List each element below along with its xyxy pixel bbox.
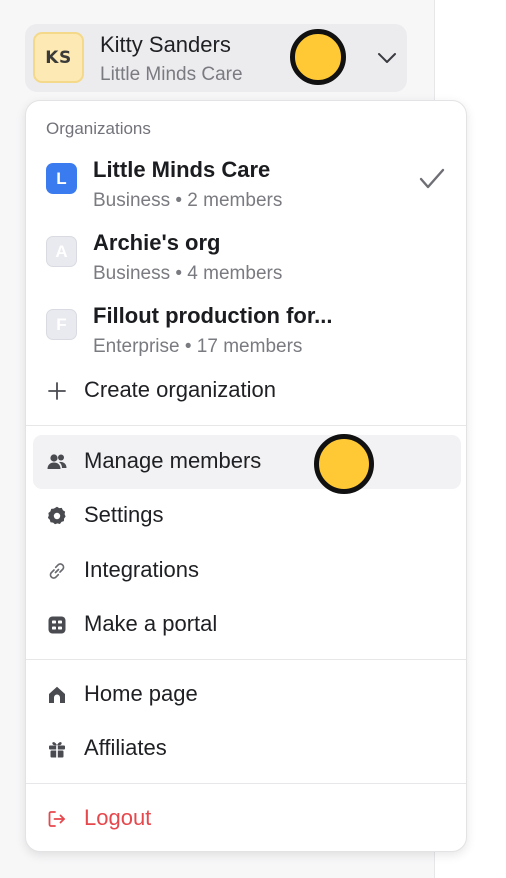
org-meta: Enterprise • 17 members: [93, 336, 303, 357]
org-name: Archie's org: [93, 230, 221, 255]
manage-members-label: Manage members: [84, 448, 262, 473]
org-meta: Business • 4 members: [93, 263, 283, 284]
integrations-label: Integrations: [84, 557, 199, 582]
org-item-little-minds-care[interactable]: L Little Minds Care Business • 2 members: [26, 157, 466, 223]
gear-icon: [47, 506, 66, 525]
affiliates-item[interactable]: Affiliates: [33, 722, 461, 776]
affiliates-label: Affiliates: [84, 735, 167, 760]
home-page-item[interactable]: Home page: [33, 668, 461, 722]
create-organization-button[interactable]: Create organization: [33, 364, 461, 418]
pointer-indicator: [290, 29, 346, 85]
users-icon: [47, 454, 67, 469]
manage-members-item[interactable]: Manage members: [33, 435, 461, 489]
org-name: Little Minds Care: [93, 157, 271, 182]
divider: [26, 659, 466, 660]
org-meta: Business • 2 members: [93, 190, 283, 211]
integrations-item[interactable]: Integrations: [33, 544, 461, 598]
section-label-organizations: Organizations: [46, 119, 151, 138]
account-organization: Little Minds Care: [100, 64, 243, 85]
divider: [26, 425, 466, 426]
settings-item[interactable]: Settings: [33, 489, 461, 543]
avatar: KS: [33, 32, 84, 83]
portal-icon: [48, 616, 66, 634]
make-a-portal-label: Make a portal: [84, 611, 218, 636]
settings-label: Settings: [84, 502, 164, 527]
pointer-indicator: [314, 434, 374, 494]
divider: [26, 783, 466, 784]
plus-icon: [48, 382, 66, 400]
logout-icon: [48, 811, 65, 827]
make-a-portal-item[interactable]: Make a portal: [33, 598, 461, 652]
account-switcher[interactable]: KS Kitty Sanders Little Minds Care: [25, 24, 407, 92]
org-name: Fillout production for...: [93, 303, 333, 328]
org-badge: A: [46, 236, 77, 267]
home-icon: [49, 686, 65, 703]
chevron-down-icon[interactable]: [377, 52, 397, 64]
link-icon: [49, 563, 65, 579]
org-item-fillout-production[interactable]: F Fillout production for... Enterprise •…: [26, 303, 466, 369]
account-name: Kitty Sanders: [100, 32, 231, 57]
org-item-archies-org[interactable]: A Archie's org Business • 4 members: [26, 230, 466, 296]
logout-label: Logout: [84, 805, 152, 830]
home-page-label: Home page: [84, 681, 198, 706]
organization-menu: Organizations L Little Minds Care Busine…: [25, 100, 467, 852]
org-badge: L: [46, 163, 77, 194]
org-badge: F: [46, 309, 77, 340]
create-organization-label: Create organization: [84, 377, 277, 402]
gift-icon: [49, 742, 65, 758]
checkmark-icon: [419, 168, 445, 189]
logout-button[interactable]: Logout: [33, 792, 461, 846]
